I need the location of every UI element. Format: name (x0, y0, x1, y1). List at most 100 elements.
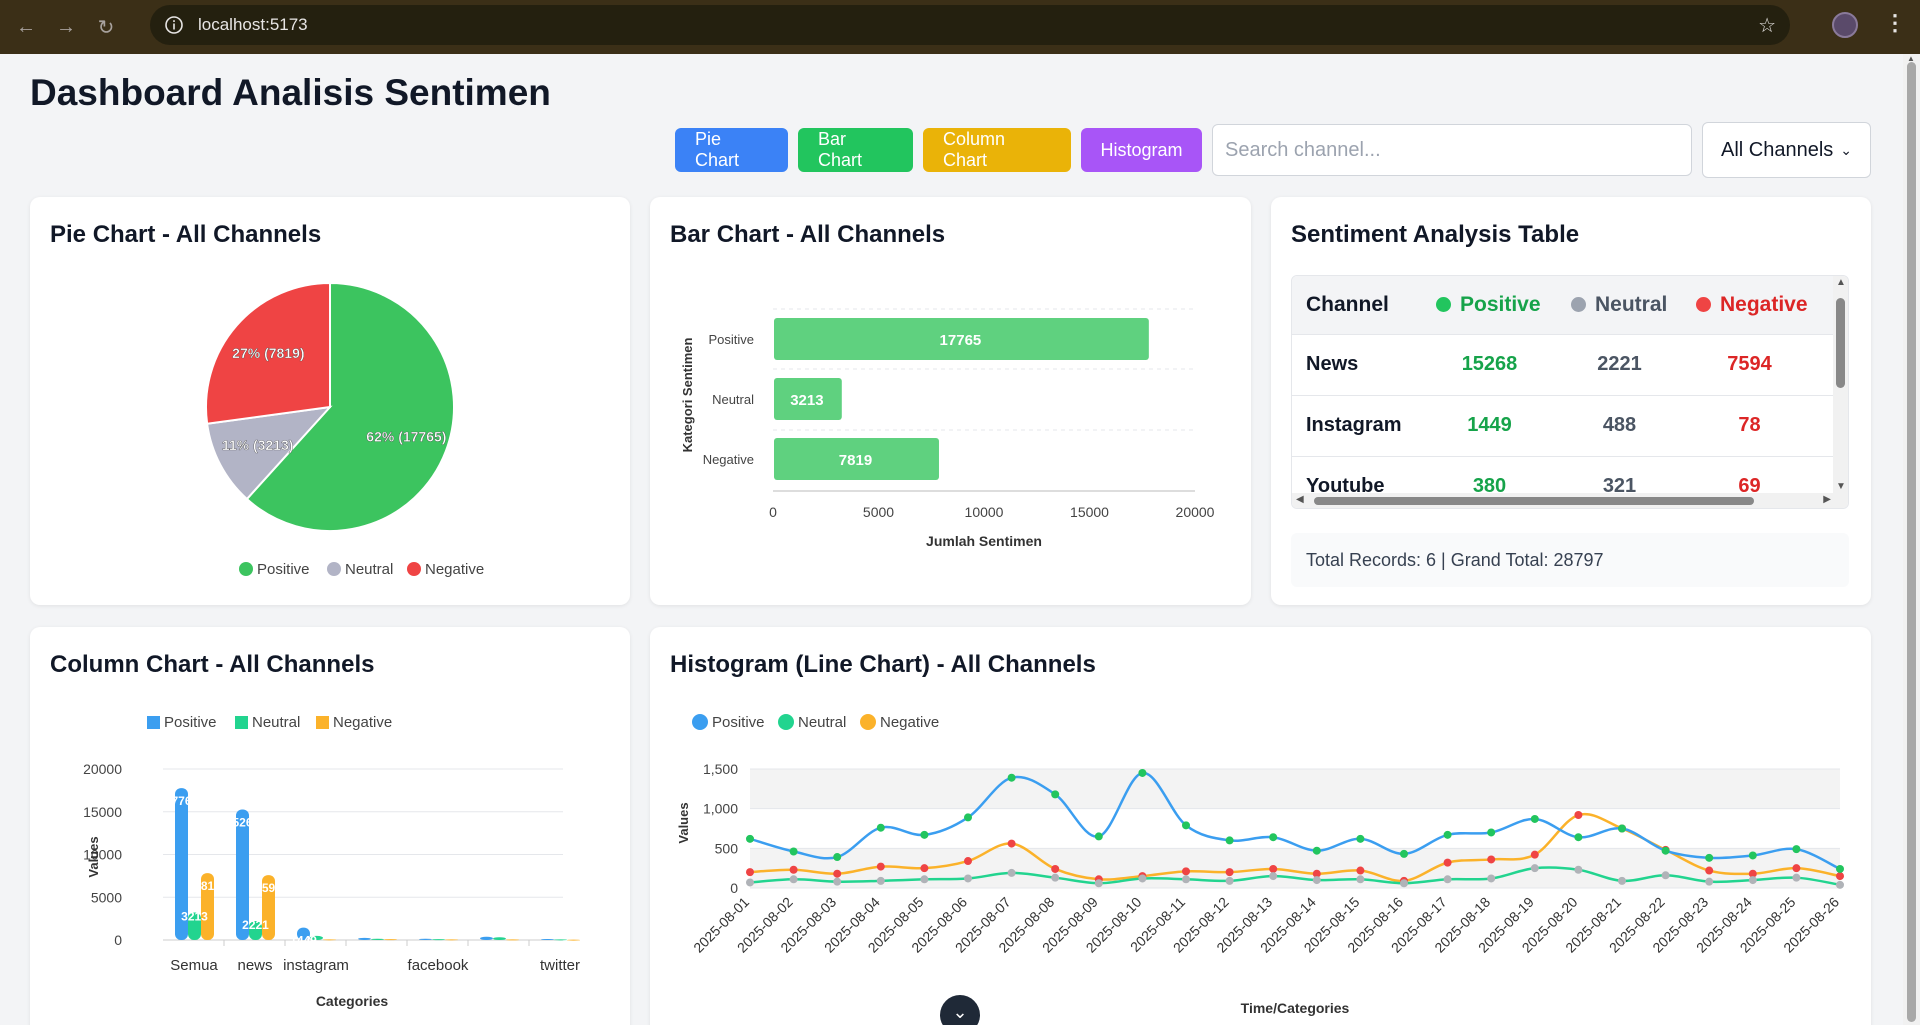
data-point-neutral (1487, 874, 1496, 883)
address-bar[interactable]: localhost:5173 ☆ (150, 5, 1790, 45)
search-channel-input[interactable] (1212, 124, 1692, 176)
reload-icon[interactable]: ↻ (92, 13, 120, 41)
x-tick-label: twitter (540, 957, 580, 974)
y-tick-label: Positive (708, 332, 754, 347)
data-point-negative (1487, 855, 1496, 864)
neutral-cell: 2221 (1557, 334, 1682, 396)
data-point-neutral (920, 875, 929, 884)
scroll-right-arrow-icon[interactable]: ▶ (1823, 494, 1831, 505)
data-point-negative (1792, 864, 1801, 873)
data-point-positive (1530, 814, 1539, 823)
bar-data-label: 7819 (839, 452, 872, 469)
col-header-negative[interactable]: Negative (1682, 276, 1817, 335)
data-point-neutral (1530, 864, 1539, 873)
data-point-neutral (876, 876, 885, 885)
chevron-down-icon: ⌄ (1840, 141, 1852, 158)
col-header-channel[interactable]: Channel (1292, 276, 1422, 335)
y-tick-label: 5000 (91, 889, 122, 905)
legend-marker-negative (316, 716, 329, 729)
data-point-positive (1356, 834, 1365, 843)
column-bar-positive (419, 938, 432, 940)
legend-marker-positive (692, 714, 708, 730)
column-bar-neutral (432, 939, 445, 941)
data-point-positive (1182, 821, 1190, 830)
table-horizontal-thumb[interactable] (1314, 497, 1754, 505)
legend-marker-positive (239, 562, 253, 576)
data-point-neutral (1094, 879, 1103, 888)
y-tick-label: Neutral (712, 392, 754, 407)
positive-cell: 15268 (1422, 334, 1557, 396)
data-point-positive (1574, 833, 1583, 842)
page-scroll-thumb[interactable] (1907, 62, 1916, 1022)
pie-chart: 62% (17765) 11% (3213) 27% (7819) Positive N… (205, 281, 484, 578)
data-point-neutral (964, 874, 972, 883)
scroll-up-arrow-icon[interactable]: ▲ (1836, 277, 1846, 288)
sentiment-table-container[interactable]: Channel Positive Neutral Negative News 1… (1291, 275, 1849, 509)
x-tick-label: 10000 (965, 504, 1004, 520)
col-header-neutral-label: Neutral (1595, 292, 1668, 316)
column-chart-button[interactable]: Column Chart (923, 128, 1071, 172)
legend-label: Positive (257, 561, 310, 578)
data-point-negative (1269, 864, 1278, 873)
back-icon[interactable]: ← (12, 13, 40, 41)
data-point-neutral (789, 875, 798, 884)
scroll-left-arrow-icon[interactable]: ◀ (1296, 494, 1304, 505)
browser-menu-icon[interactable]: ⋮ (1884, 10, 1906, 36)
data-point-neutral (1269, 872, 1278, 881)
profile-avatar[interactable] (1832, 12, 1858, 38)
url-text: localhost:5173 (198, 15, 308, 34)
column-bar-neutral (493, 937, 506, 940)
scroll-down-arrow-icon[interactable]: ▼ (1836, 481, 1846, 492)
data-point-neutral (1312, 876, 1321, 885)
data-point-neutral (1007, 868, 1016, 877)
y-tick-label: Negative (703, 452, 754, 467)
data-point-neutral (1792, 873, 1801, 882)
x-axis-title: Categories (316, 993, 389, 1009)
y-tick-label: 15000 (83, 804, 122, 820)
pie-slice-label: 27% (7819) (232, 345, 304, 361)
bar-data-label: 17765 (940, 332, 982, 349)
table-vertical-scrollbar[interactable]: ▲ ▼ (1833, 276, 1848, 508)
col-header-negative-label: Negative (1720, 292, 1808, 316)
table-vertical-thumb[interactable] (1836, 298, 1845, 388)
neutral-dot-icon (1571, 296, 1586, 312)
column-data-label: 7594 (255, 881, 282, 895)
x-tick-label: 5000 (863, 504, 894, 520)
column-bar-negative (506, 939, 519, 941)
page-scrollbar[interactable]: ▲ (1903, 54, 1920, 1025)
legend-marker-negative (407, 562, 421, 576)
forward-icon[interactable]: → (52, 13, 80, 41)
channel-cell: News (1292, 334, 1422, 396)
data-point-negative (964, 857, 972, 866)
legend-marker-neutral (235, 716, 248, 729)
column-data-label: 2221 (242, 918, 269, 932)
x-tick-label: 0 (769, 504, 777, 520)
table-row: News 15268 2221 7594 2 (1292, 334, 1848, 396)
legend-label: Neutral (345, 561, 393, 578)
table-row: Instagram 1449 488 78 (1292, 395, 1848, 457)
channel-cell: Instagram (1292, 395, 1422, 457)
table-horizontal-scrollbar[interactable]: ◀ ▶ (1292, 493, 1835, 508)
column-bar-positive (541, 938, 554, 940)
data-point-neutral (1356, 875, 1365, 884)
col-header-neutral[interactable]: Neutral (1557, 276, 1682, 335)
column-data-label: 17765 (165, 794, 199, 808)
channel-select[interactable]: All Channels ⌄ (1702, 122, 1871, 178)
bar-data-label: 3213 (790, 392, 823, 409)
data-point-negative (1051, 864, 1060, 873)
data-point-neutral (1705, 877, 1714, 886)
histogram-button[interactable]: Histogram (1081, 128, 1202, 172)
col-header-positive[interactable]: Positive (1422, 276, 1557, 335)
bookmark-star-icon[interactable]: ☆ (1758, 13, 1776, 38)
data-point-negative (1182, 867, 1190, 876)
negative-dot-icon (1696, 296, 1711, 312)
pie-chart-button[interactable]: Pie Chart (675, 128, 788, 172)
bar-chart-button[interactable]: Bar Chart (798, 128, 913, 172)
site-info-icon[interactable] (162, 13, 186, 37)
data-point-positive (1094, 832, 1103, 841)
column-data-label: 7819 (194, 879, 221, 893)
y-tick-label: 20000 (83, 761, 122, 777)
data-point-positive (833, 853, 842, 862)
column-data-label: 1449 (290, 934, 317, 948)
data-point-neutral (1051, 873, 1060, 882)
